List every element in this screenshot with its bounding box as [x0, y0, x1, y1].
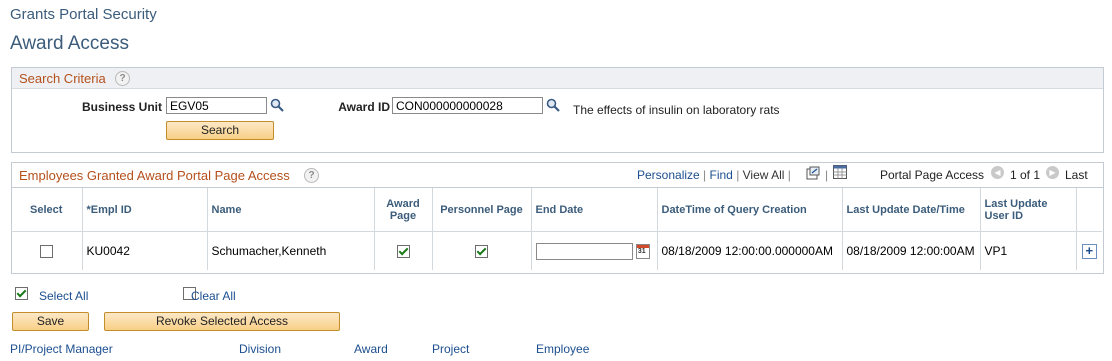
search-criteria-header: Search Criteria ? — [12, 68, 1103, 89]
col-last-update-datetime[interactable]: Last Update Date/Time — [842, 188, 981, 232]
name-cell: Schumacher,Kenneth — [207, 231, 375, 270]
magnifier-icon[interactable] — [546, 98, 560, 112]
col-select: Select — [11, 188, 83, 232]
col-last-update-user[interactable]: Last Update User ID — [980, 188, 1077, 232]
footer-link-pi-project-manager[interactable]: PI/Project Manager — [10, 342, 113, 356]
download-icon[interactable] — [833, 165, 847, 179]
calendar-icon[interactable]: 31 — [635, 243, 650, 259]
clear-all-link[interactable]: Clear All — [191, 289, 236, 303]
business-unit-input[interactable] — [166, 97, 267, 114]
revoke-selected-access-button[interactable]: Revoke Selected Access — [104, 312, 340, 331]
award-id-input[interactable] — [392, 97, 543, 114]
business-unit-label: Business Unit — [81, 100, 162, 114]
col-name[interactable]: Name — [207, 188, 375, 232]
select-all-checkbox-icon[interactable] — [15, 287, 28, 301]
save-button[interactable]: Save — [12, 312, 89, 331]
table-row: KU0042 Schumacher,Kenneth 31 08/18/2009 … — [11, 231, 1102, 270]
personalize-link[interactable]: Personalize — [637, 168, 700, 182]
end-date-input[interactable] — [535, 242, 633, 260]
view-all-link[interactable]: View All — [743, 168, 785, 182]
empl-id-cell: KU0042 — [82, 231, 208, 270]
award-id-label: Award ID — [338, 100, 390, 114]
col-end-date[interactable]: End Date — [531, 188, 658, 232]
footer-link-award[interactable]: Award — [354, 342, 388, 356]
last-update-datetime-cell: 08/18/2009 12:00:00AM — [842, 231, 981, 270]
employees-grid-title: Employees Granted Award Portal Page Acce… — [19, 168, 290, 183]
prev-icon[interactable]: ◀ — [991, 166, 1004, 179]
add-row-icon[interactable]: + — [1081, 243, 1097, 259]
table-header-row: Select *Empl ID Name Award Page Personne… — [11, 188, 1102, 232]
magnifier-icon[interactable] — [270, 98, 284, 112]
last-update-user-cell: VP1 — [980, 231, 1077, 270]
grid-toolbar: Personalize | Find | View All | — [637, 168, 791, 182]
grid-range: 1 of 1 — [1010, 168, 1041, 182]
award-page-checkbox[interactable] — [396, 245, 410, 259]
find-link[interactable]: Find — [710, 168, 733, 182]
help-icon[interactable]: ? — [115, 71, 130, 86]
footer-link-division[interactable]: Division — [239, 342, 281, 356]
help-icon[interactable]: ? — [304, 168, 319, 183]
col-empl-id[interactable]: *Empl ID — [82, 188, 208, 232]
zoom-icon[interactable] — [806, 166, 820, 180]
col-datetime-query[interactable]: DateTime of Query Creation — [657, 188, 843, 232]
award-description: The effects of insulin on laboratory rat… — [573, 103, 780, 117]
personnel-page-checkbox[interactable] — [475, 245, 488, 259]
portal-page-access-label: Portal Page Access — [880, 168, 985, 182]
footer-link-employee[interactable]: Employee — [536, 342, 589, 356]
employees-table: Select *Empl ID Name Award Page Personne… — [11, 188, 1102, 270]
search-criteria-title: Search Criteria — [19, 71, 106, 86]
select-all-link[interactable]: Select All — [39, 289, 88, 303]
page-title: Award Access — [10, 33, 129, 54]
col-personnel-page[interactable]: Personnel Page — [432, 188, 532, 232]
datetime-query-cell: 08/18/2009 12:00:00.000000AM — [657, 231, 843, 270]
col-award-page[interactable]: Award Page — [374, 188, 433, 232]
breadcrumb: Grants Portal Security — [10, 6, 157, 23]
footer-link-project[interactable]: Project — [432, 342, 469, 356]
next-icon[interactable]: ▶ — [1046, 166, 1059, 179]
last-link[interactable]: Last — [1065, 168, 1088, 182]
search-button[interactable]: Search — [166, 121, 274, 140]
row-select-checkbox[interactable] — [39, 245, 53, 259]
